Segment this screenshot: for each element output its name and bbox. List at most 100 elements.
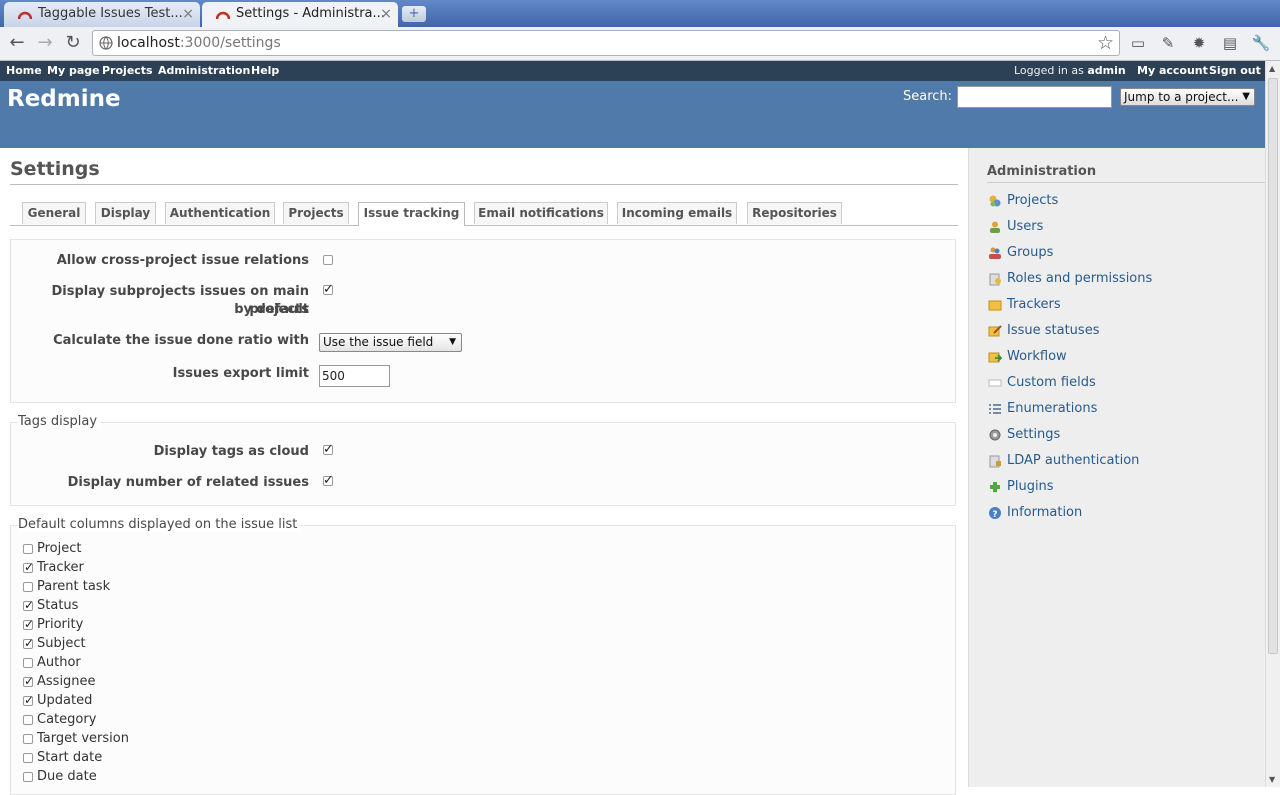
column-option-label: Author bbox=[37, 655, 81, 670]
checkmark-icon: ✓ bbox=[24, 674, 35, 688]
column-option-label: Start date bbox=[37, 750, 103, 765]
checkmark-icon: ✓ bbox=[24, 598, 35, 612]
url-host: localhost bbox=[117, 35, 180, 51]
tab-authentication[interactable]: Authentication bbox=[165, 202, 275, 224]
column-option-label: Priority bbox=[37, 617, 84, 632]
column-checkbox[interactable] bbox=[23, 734, 33, 744]
new-tab-button[interactable]: + bbox=[402, 6, 426, 22]
checkmark-icon: ✓ bbox=[24, 560, 35, 574]
dropdown-arrow-icon: ▼ bbox=[449, 337, 456, 347]
scroll-down-icon[interactable]: ▼ bbox=[1269, 775, 1275, 784]
top-menu-home[interactable]: Home bbox=[6, 61, 42, 80]
sidebar-item-label: Information bbox=[1007, 505, 1083, 520]
close-tab-icon[interactable]: × bbox=[380, 2, 392, 26]
url-path: :3000/settings bbox=[179, 35, 281, 51]
top-menu-projects[interactable]: Projects bbox=[102, 61, 153, 80]
sidebar: Administration Projects Users Groups Rol… bbox=[968, 148, 1266, 787]
group-icon bbox=[989, 247, 1001, 259]
checkmark-icon: ✓ bbox=[323, 282, 334, 297]
settings-tabs: General Display Authentication Projects … bbox=[10, 201, 958, 226]
browser-toolbar: ← → ↻ localhost:3000/settings ☆ ▭ ✎ ✹ ▤ … bbox=[0, 27, 1280, 61]
workflow-icon bbox=[988, 352, 1002, 363]
tracker-icon bbox=[988, 300, 1002, 311]
main: Settings General Display Authentication … bbox=[0, 148, 1266, 795]
app-title: Redmine bbox=[7, 86, 121, 112]
sidebar-item-label: Trackers bbox=[1007, 297, 1061, 312]
forward-icon[interactable]: → bbox=[35, 33, 55, 53]
redmine-favicon-icon bbox=[216, 11, 230, 20]
checkmark-icon: ✓ bbox=[24, 693, 35, 707]
back-icon[interactable]: ← bbox=[7, 33, 27, 53]
projects-icon bbox=[989, 195, 1001, 207]
related-issues-label: Display number of related issues bbox=[67, 475, 309, 490]
checkmark-icon: ✓ bbox=[24, 617, 35, 631]
tab-repositories[interactable]: Repositories bbox=[747, 202, 842, 224]
help-icon: ? bbox=[989, 507, 1001, 520]
sidebar-item-label: Projects bbox=[1007, 193, 1059, 208]
address-bar[interactable]: localhost:3000/settings ☆ bbox=[92, 30, 1120, 56]
tags-display-legend: Tags display bbox=[18, 414, 102, 429]
cross-project-checkbox[interactable] bbox=[323, 255, 333, 265]
column-checkbox[interactable] bbox=[23, 658, 33, 668]
close-tab-icon[interactable]: × bbox=[182, 2, 194, 26]
column-checkbox[interactable] bbox=[23, 582, 33, 592]
top-menu-administration[interactable]: Administration bbox=[158, 61, 250, 80]
wrench-icon[interactable]: 🔧 bbox=[1251, 33, 1271, 53]
page-extension-icon[interactable]: ▤ bbox=[1220, 33, 1240, 53]
export-limit-label: Issues export limit bbox=[172, 366, 309, 381]
column-option-label: Parent task bbox=[37, 579, 111, 594]
page-title: Settings bbox=[10, 158, 958, 185]
sidebar-title: Administration bbox=[987, 164, 1265, 183]
bookmark-star-icon[interactable]: ☆ bbox=[1097, 32, 1114, 54]
column-checkbox[interactable] bbox=[23, 753, 33, 763]
sign-out-link[interactable]: Sign out bbox=[1209, 61, 1261, 80]
column-option-label: Category bbox=[37, 712, 97, 727]
top-menu-help[interactable]: Help bbox=[251, 61, 279, 80]
sidebar-item-label: Settings bbox=[1007, 427, 1061, 442]
done-ratio-select[interactable]: Use the issue field ▼ bbox=[319, 333, 462, 352]
redmine-favicon-icon bbox=[18, 11, 32, 20]
column-checkbox[interactable] bbox=[23, 772, 33, 782]
scroll-up-icon[interactable]: ▲ bbox=[1269, 64, 1275, 73]
sidebar-item-label: Enumerations bbox=[1007, 401, 1098, 416]
top-menu-my-page[interactable]: My page bbox=[47, 61, 100, 80]
column-option-label: Tracker bbox=[37, 560, 84, 575]
done-ratio-value: Use the issue field bbox=[323, 335, 434, 349]
default-columns-fieldset bbox=[10, 525, 956, 795]
gear-icon bbox=[989, 429, 1001, 441]
custom-fields-icon bbox=[988, 379, 1002, 387]
ruler-icon[interactable]: ▭ bbox=[1128, 33, 1148, 53]
tab-incoming-emails[interactable]: Incoming emails bbox=[617, 202, 737, 224]
page-scrollbar[interactable]: ▲ ▼ bbox=[1265, 61, 1280, 787]
browser-tab-settings[interactable]: Settings - Administra... × bbox=[202, 2, 398, 27]
url-text: localhost:3000/settings bbox=[117, 31, 281, 55]
column-option-label: Assignee bbox=[37, 674, 96, 689]
column-checkbox[interactable] bbox=[23, 544, 33, 554]
scrollbar-thumb[interactable] bbox=[1268, 78, 1278, 654]
roles-icon bbox=[989, 273, 1001, 286]
column-option-label: Due date bbox=[37, 769, 97, 784]
sidebar-item-label: LDAP authentication bbox=[1007, 453, 1140, 468]
browser-tab-title: Settings - Administra... bbox=[236, 6, 385, 21]
my-account-link[interactable]: My account bbox=[1137, 61, 1208, 80]
tab-email-notifications[interactable]: Email notifications bbox=[474, 202, 608, 224]
browser-tab-strip: Taggable Issues Test... × Settings - Adm… bbox=[0, 0, 1280, 27]
reload-icon[interactable]: ↻ bbox=[63, 33, 83, 53]
sidebar-item-label: Custom fields bbox=[1007, 375, 1096, 390]
jump-to-project-select[interactable]: Jump to a project... ▼ bbox=[1120, 88, 1255, 106]
browser-tab-taggable[interactable]: Taggable Issues Test... × bbox=[4, 2, 200, 27]
export-limit-input[interactable]: 500 bbox=[319, 365, 390, 387]
eyedropper-icon[interactable]: ✎ bbox=[1158, 33, 1178, 53]
column-checkbox[interactable] bbox=[23, 715, 33, 725]
tab-display[interactable]: Display bbox=[95, 202, 156, 224]
sidebar-item-label: Issue statuses bbox=[1007, 323, 1100, 338]
list-icon bbox=[989, 404, 1001, 414]
tab-projects[interactable]: Projects bbox=[283, 202, 349, 224]
gear-extension-icon[interactable]: ✹ bbox=[1189, 33, 1209, 53]
search-label: Search: bbox=[903, 89, 953, 104]
column-option-label: Target version bbox=[37, 731, 129, 746]
search-input[interactable] bbox=[957, 86, 1112, 108]
logged-in-user[interactable]: admin bbox=[1087, 64, 1125, 77]
tab-general[interactable]: General bbox=[22, 202, 86, 224]
tab-issue-tracking[interactable]: Issue tracking bbox=[358, 202, 465, 226]
